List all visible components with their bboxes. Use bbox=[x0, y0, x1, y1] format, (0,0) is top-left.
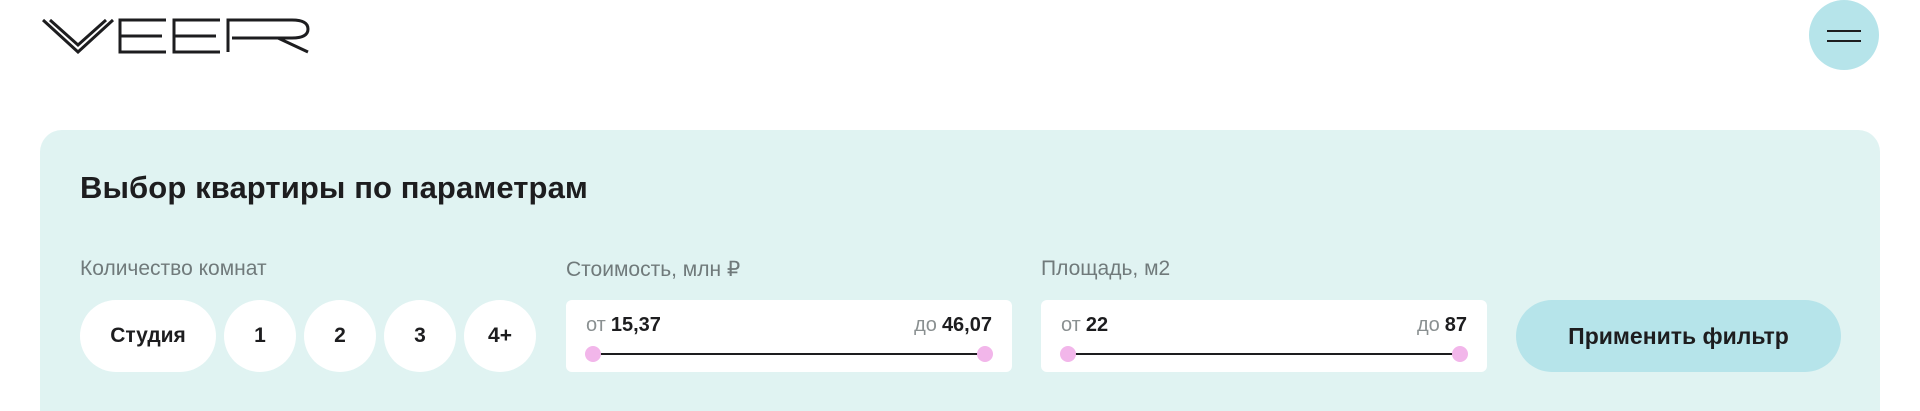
room-option-3[interactable]: 3 bbox=[384, 300, 456, 372]
room-option-studio[interactable]: Студия bbox=[80, 300, 216, 372]
price-from-value: 15,37 bbox=[610, 314, 661, 336]
price-from-prefix: от bbox=[586, 314, 606, 336]
price-min-handle[interactable] bbox=[585, 346, 601, 362]
room-option-1[interactable]: 1 bbox=[224, 300, 296, 372]
veer-logo[interactable] bbox=[42, 18, 310, 54]
price-max-handle[interactable] bbox=[977, 346, 993, 362]
area-min-handle[interactable] bbox=[1060, 346, 1076, 362]
area-slider-track[interactable] bbox=[1068, 353, 1460, 355]
area-from-prefix: от bbox=[1061, 314, 1081, 336]
price-to-value: 46,07 bbox=[941, 314, 992, 336]
price-slider-track[interactable] bbox=[593, 353, 985, 355]
filter-title: Выбор квартиры по параметрам bbox=[80, 170, 588, 205]
area-from: от 22 bbox=[1061, 314, 1108, 337]
rooms-selector: Студия 1 2 3 4+ bbox=[80, 300, 536, 372]
apartment-filter-panel: Выбор квартиры по параметрам Количество … bbox=[40, 130, 1880, 411]
area-to-prefix: до bbox=[1416, 314, 1440, 336]
price-label: Стоимость, млн ₽ bbox=[566, 258, 741, 281]
area-to: до 87 bbox=[1417, 314, 1467, 337]
price-from: от 15,37 bbox=[586, 314, 661, 337]
price-to: до 46,07 bbox=[914, 314, 992, 337]
area-max-handle[interactable] bbox=[1452, 346, 1468, 362]
room-option-4plus[interactable]: 4+ bbox=[464, 300, 536, 372]
area-from-value: 22 bbox=[1085, 314, 1109, 336]
area-to-value: 87 bbox=[1444, 314, 1467, 336]
area-label: Площадь, м2 bbox=[1041, 257, 1171, 280]
hamburger-icon bbox=[1827, 30, 1861, 32]
price-range-slider[interactable]: от 15,37 до 46,07 bbox=[566, 300, 1012, 372]
area-range-slider[interactable]: от 22 до 87 bbox=[1041, 300, 1487, 372]
apply-filter-button[interactable]: Применить фильтр bbox=[1516, 300, 1841, 372]
rooms-label: Количество комнат bbox=[80, 257, 267, 280]
room-option-2[interactable]: 2 bbox=[304, 300, 376, 372]
price-to-prefix: до bbox=[914, 314, 937, 336]
menu-button[interactable] bbox=[1809, 0, 1879, 70]
hamburger-icon-line bbox=[1827, 40, 1861, 42]
